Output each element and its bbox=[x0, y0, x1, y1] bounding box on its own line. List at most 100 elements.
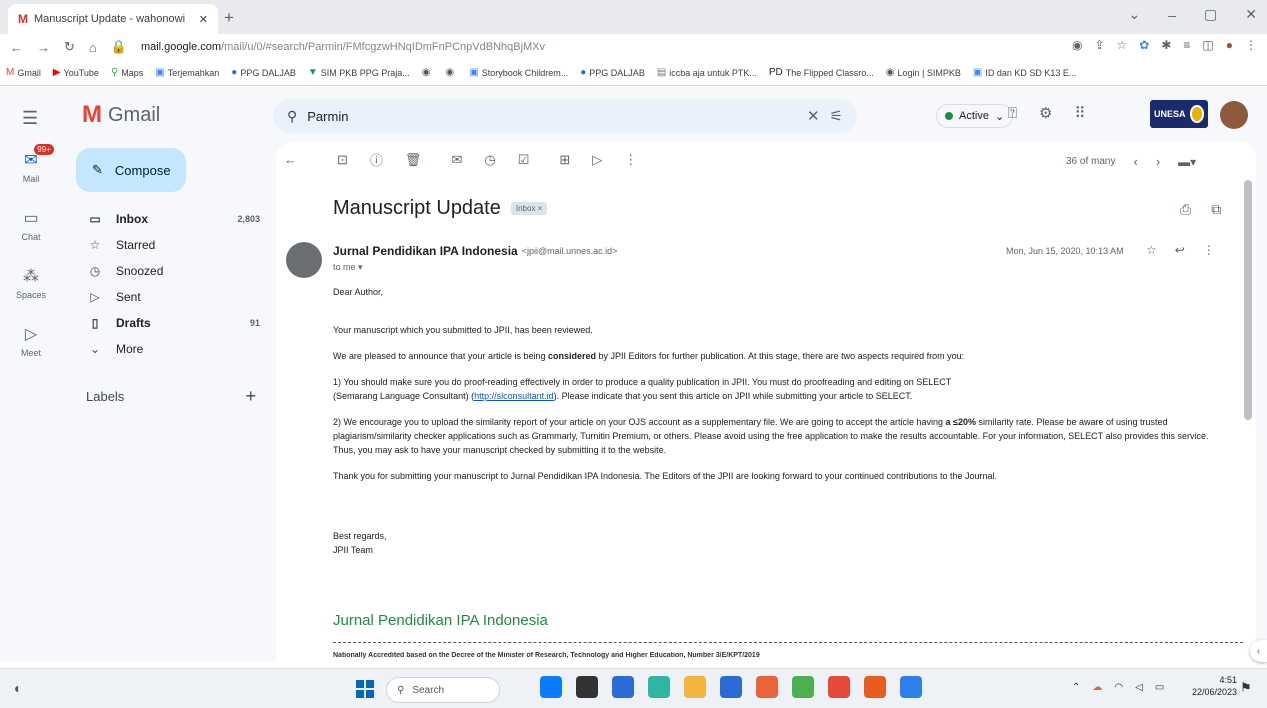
taskbar-app-icon[interactable] bbox=[720, 676, 742, 698]
wifi-icon[interactable]: ◠ bbox=[1114, 682, 1123, 693]
unesa-logo[interactable]: UNESA bbox=[1150, 100, 1208, 128]
more-vert-icon[interactable]: ⋮ bbox=[1203, 243, 1215, 257]
location-icon[interactable]: ◉ bbox=[1072, 38, 1082, 52]
bookmark-item[interactable]: ▣ Storybook Childrem... bbox=[469, 67, 568, 78]
taskbar-app-icon[interactable] bbox=[828, 676, 850, 698]
bookmark-item[interactable]: ▼ SIM PKB PPG Praja... bbox=[308, 67, 410, 78]
taskbar-app-icon[interactable] bbox=[792, 676, 814, 698]
extension-icon[interactable]: ✿ bbox=[1139, 38, 1149, 52]
move-to-icon[interactable]: ⊞ bbox=[559, 152, 570, 168]
close-window-button[interactable]: ✕ bbox=[1245, 6, 1257, 23]
search-options-icon[interactable]: ⚟ bbox=[830, 107, 843, 125]
delete-icon[interactable]: 🗑 bbox=[405, 152, 422, 168]
bookmark-item[interactable]: ▶ YouTube bbox=[53, 67, 99, 78]
bookmark-item[interactable]: ▣ Terjemahkan bbox=[155, 67, 219, 78]
taskbar-app-icon[interactable] bbox=[684, 676, 706, 698]
reload-icon[interactable]: ↻ bbox=[64, 39, 75, 55]
taskbar-app-icon[interactable] bbox=[900, 676, 922, 698]
next-icon[interactable]: › bbox=[1156, 154, 1160, 169]
bookmark-item[interactable]: ● PPG DALJAB bbox=[231, 67, 296, 78]
input-tools-icon[interactable]: ▬▾ bbox=[1178, 155, 1196, 169]
battery-icon[interactable]: ▭ bbox=[1155, 682, 1164, 693]
apps-grid-icon[interactable]: ⠿ bbox=[1074, 104, 1085, 122]
minimize-button[interactable]: – bbox=[1168, 7, 1176, 23]
taskbar-app-icon[interactable] bbox=[540, 676, 562, 698]
address-bar[interactable]: mail.google.com/mail/u/0/#search/Parmin/… bbox=[141, 41, 1021, 53]
mark-unread-icon[interactable]: ✉ bbox=[451, 152, 462, 168]
back-icon[interactable]: ← bbox=[10, 40, 23, 55]
bookmark-item[interactable]: ⚲ Maps bbox=[111, 67, 143, 78]
open-new-window-icon[interactable]: ⧉ bbox=[1211, 201, 1221, 218]
windows-start-icon[interactable] bbox=[356, 680, 374, 698]
inbox-label-chip[interactable]: Inbox × bbox=[510, 202, 548, 215]
nav-item-drafts[interactable]: ▯ Drafts 91 bbox=[76, 310, 266, 336]
browser-tab[interactable]: M Manuscript Update - wahonowi ✕ bbox=[8, 4, 218, 34]
nav-item-inbox[interactable]: ▭ Inbox 2,803 bbox=[76, 206, 266, 232]
search-icon[interactable]: ⚲ bbox=[287, 108, 297, 125]
reading-list-icon[interactable]: ≡ bbox=[1183, 38, 1190, 52]
account-avatar[interactable] bbox=[1220, 101, 1248, 129]
widgets-icon[interactable]: ◐ bbox=[14, 680, 22, 696]
maximize-button[interactable]: ▢ bbox=[1204, 6, 1217, 23]
taskbar-app-icon[interactable] bbox=[864, 676, 886, 698]
side-panel-icon[interactable]: ◫ bbox=[1202, 38, 1213, 52]
add-task-icon[interactable]: ☑ bbox=[518, 152, 530, 168]
show-side-panel-button[interactable]: ‹ bbox=[1250, 640, 1267, 662]
status-selector[interactable]: Active ⌄ bbox=[936, 104, 1014, 128]
rail-item-chat[interactable]: ▭ Chat bbox=[0, 208, 62, 266]
close-tab-icon[interactable]: ✕ bbox=[199, 13, 208, 26]
taskbar-clock[interactable]: 4:51 22/06/2023 bbox=[1192, 674, 1237, 698]
taskbar-app-icon[interactable] bbox=[576, 676, 598, 698]
rail-item-meet[interactable]: ▷ Meet bbox=[0, 324, 62, 382]
taskbar-app-icon[interactable] bbox=[612, 676, 634, 698]
notification-icon[interactable]: ⚑ bbox=[1240, 680, 1252, 696]
bookmark-item[interactable]: ▣ ID dan KD SD K13 E... bbox=[973, 67, 1077, 78]
report-spam-icon[interactable]: ⓘ bbox=[370, 150, 383, 169]
forward-icon[interactable]: → bbox=[37, 40, 50, 55]
more-options-icon[interactable]: ⋮ bbox=[624, 152, 637, 168]
tab-search-icon[interactable]: ⌄ bbox=[1129, 6, 1141, 23]
gmail-logo[interactable]: M Gmail bbox=[82, 101, 160, 129]
recipients-toggle[interactable]: to me ▾ bbox=[333, 262, 363, 273]
share-icon[interactable]: ⇪ bbox=[1094, 38, 1104, 52]
nav-item-starred[interactable]: ☆ Starred bbox=[76, 232, 266, 258]
bookmark-item[interactable]: ◉ bbox=[422, 67, 434, 78]
nav-item-sent[interactable]: ▷ Sent bbox=[76, 284, 266, 310]
rail-item-spaces[interactable]: ⁂ Spaces bbox=[0, 266, 62, 324]
print-icon[interactable]: ⎙ bbox=[1180, 201, 1191, 218]
previous-icon[interactable]: ‹ bbox=[1133, 154, 1137, 169]
main-menu-icon[interactable]: ☰ bbox=[22, 108, 38, 129]
compose-button[interactable]: ✎ Compose bbox=[76, 148, 186, 192]
star-bookmark-icon[interactable]: ☆ bbox=[1117, 38, 1128, 52]
puzzle-icon[interactable]: ✱ bbox=[1161, 38, 1171, 52]
taskbar-app-icon[interactable] bbox=[648, 676, 670, 698]
profile-icon[interactable]: ● bbox=[1226, 38, 1233, 52]
star-icon[interactable]: ☆ bbox=[1146, 243, 1157, 257]
bookmark-item[interactable]: ◉ Login | SIMPKB bbox=[886, 67, 961, 78]
taskbar-app-icon[interactable] bbox=[756, 676, 778, 698]
cloud-icon[interactable]: ☁ bbox=[1092, 682, 1102, 693]
help-icon[interactable]: ⍰ bbox=[1008, 105, 1017, 122]
bookmark-item[interactable]: ◉ bbox=[446, 67, 458, 78]
chevron-up-icon[interactable]: ⌃ bbox=[1072, 682, 1080, 693]
sender-avatar[interactable] bbox=[286, 242, 322, 278]
add-label-button[interactable]: + bbox=[245, 386, 256, 407]
menu-icon[interactable]: ⋮ bbox=[1245, 38, 1257, 52]
scrollbar-thumb[interactable] bbox=[1244, 180, 1252, 420]
archive-icon[interactable]: ⊡ bbox=[337, 152, 348, 168]
search-bar[interactable]: ⚲ Parmin ✕ ⚟ bbox=[273, 99, 857, 133]
bookmark-item[interactable]: ● PPG DALJAB bbox=[580, 67, 645, 78]
slconsultant-link[interactable]: http://slconsultant.id bbox=[474, 391, 554, 401]
settings-gear-icon[interactable]: ⚙ bbox=[1039, 104, 1052, 122]
taskbar-search[interactable]: ⚲ Search bbox=[386, 677, 500, 703]
nav-item-snoozed[interactable]: ◷ Snoozed bbox=[76, 258, 266, 284]
bookmark-item[interactable]: ▤ iccba aja untuk PTK... bbox=[657, 67, 757, 78]
reply-icon[interactable]: ↩ bbox=[1175, 243, 1185, 257]
back-to-list-icon[interactable]: ← bbox=[284, 152, 297, 167]
nav-item-more[interactable]: ⌄ More bbox=[76, 336, 266, 362]
home-icon[interactable]: ⌂ bbox=[89, 40, 97, 55]
clear-search-icon[interactable]: ✕ bbox=[807, 107, 820, 125]
lock-icon[interactable]: 🔒 bbox=[111, 39, 127, 55]
snooze-icon[interactable]: ◷ bbox=[484, 152, 495, 168]
label-icon[interactable]: ▷ bbox=[592, 152, 602, 168]
